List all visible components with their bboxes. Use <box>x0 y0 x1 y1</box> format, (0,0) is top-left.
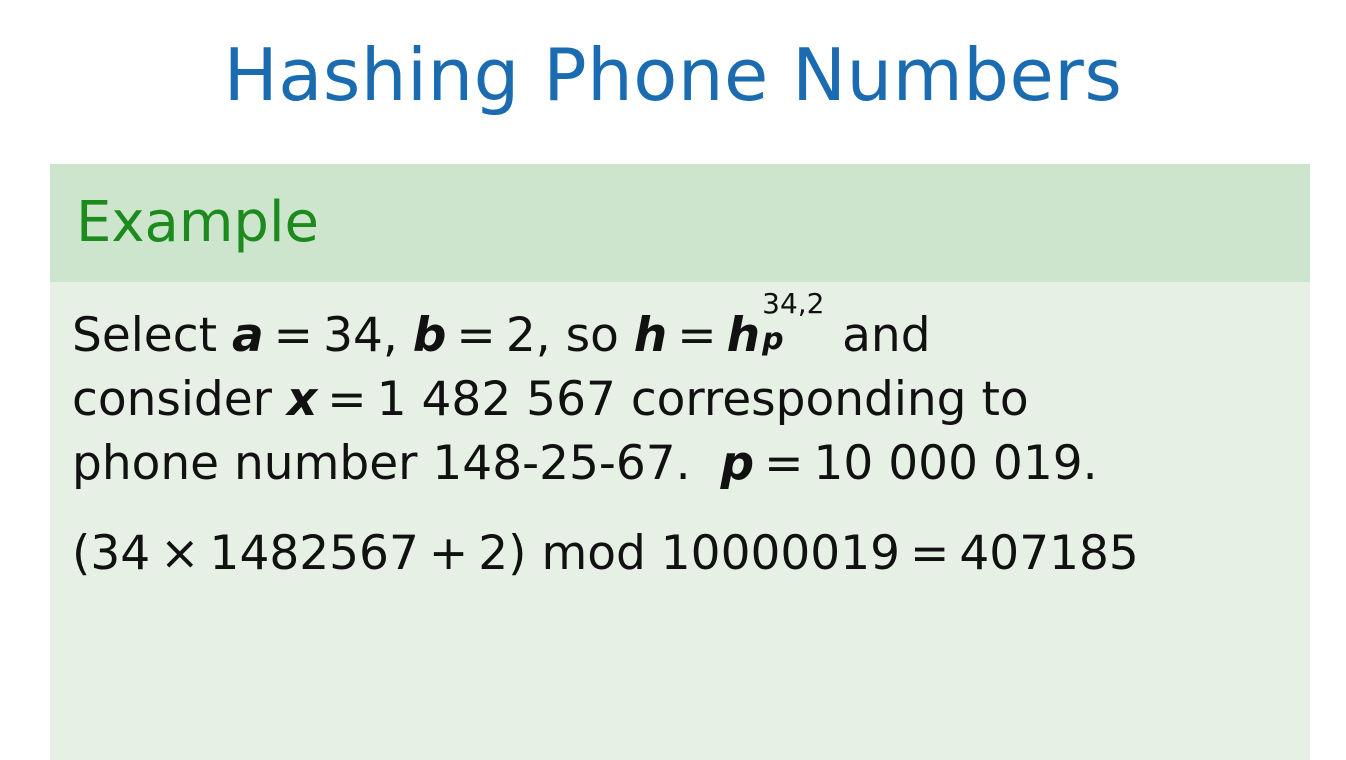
var-h-hash: h <box>726 308 761 363</box>
var-p: p <box>720 436 755 491</box>
equals-sign: = <box>456 308 496 363</box>
times-sign: × <box>160 526 200 581</box>
hash-subscript: p <box>762 322 784 357</box>
equals-sign: = <box>764 436 804 491</box>
equals-sign: = <box>677 308 717 363</box>
slide-title: Hashing Phone Numbers <box>223 33 1123 117</box>
text-and: and <box>842 308 931 363</box>
example-block: Example Select a = 34, b = 2, so h = h 34,2 p and… <box>50 164 1310 760</box>
text-select: Select <box>72 308 217 363</box>
text-phone-number: phone number 148-25-67. <box>72 436 691 491</box>
text-consider: consider <box>72 372 273 427</box>
example-block-header: Example <box>50 164 1310 282</box>
var-x: x <box>286 372 318 427</box>
hash-indices: 34,2 p <box>760 289 842 355</box>
eq-mod: mod 10000019 <box>541 526 901 581</box>
var-b: b <box>412 308 447 363</box>
var-a: a <box>231 308 264 363</box>
equals-sign: = <box>910 526 950 581</box>
example-line-3: phone number 148-25-67. p = 10 000 019. <box>72 432 1310 496</box>
hash-superscript: 34,2 <box>762 287 825 320</box>
eq-open: (34 <box>72 526 151 581</box>
equals-sign: = <box>273 308 314 363</box>
equals-sign: = <box>327 372 367 427</box>
value-b: 2, so <box>505 308 619 363</box>
hash-computation: (34 × 1482567 +2) mod 10000019 = 407185 <box>72 522 1310 586</box>
value-p: 10 000 019. <box>813 436 1098 491</box>
example-line-2: consider x = 1 482 567 corresponding to <box>72 368 1310 432</box>
value-a: 34, <box>323 308 398 363</box>
plus-sign: + <box>428 526 469 581</box>
eq-result: 407185 <box>959 526 1139 581</box>
var-h: h <box>633 308 668 363</box>
eq-addend: 2) <box>478 526 527 581</box>
eq-multiplicand: 1482567 <box>209 526 419 581</box>
example-block-body: Select a = 34, b = 2, so h = h 34,2 p and conside… <box>50 289 1310 586</box>
example-line-1: Select a = 34, b = 2, so h = h 34,2 p and <box>72 289 1310 368</box>
value-x: 1 482 567 corresponding to <box>376 372 1029 427</box>
